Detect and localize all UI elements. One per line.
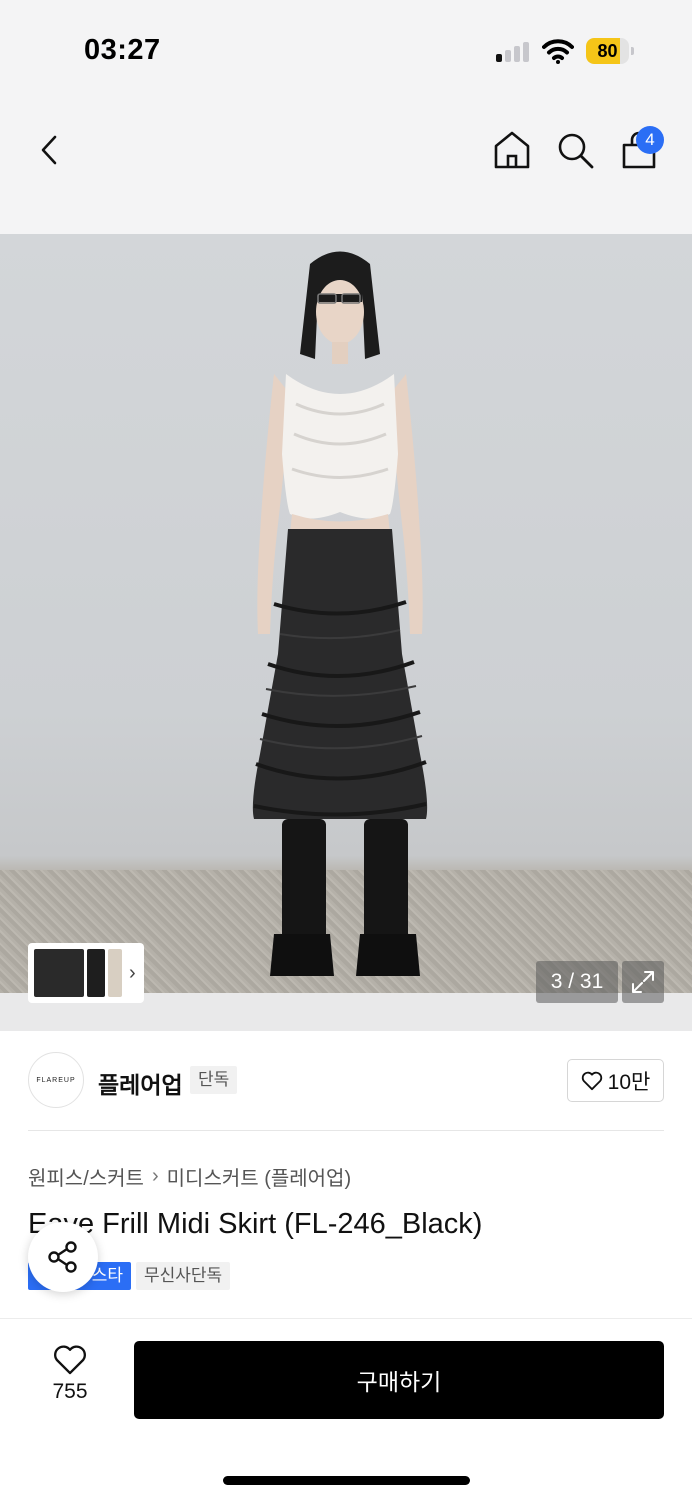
exclusive-badge: 단독 bbox=[190, 1066, 238, 1094]
breadcrumb-category[interactable]: 원피스/스커트 bbox=[28, 1162, 144, 1191]
search-icon bbox=[558, 133, 594, 169]
back-button[interactable] bbox=[26, 127, 72, 173]
brand-like-button[interactable]: 10만 bbox=[567, 1059, 664, 1102]
status-bar: 03:27 80 bbox=[0, 0, 692, 100]
battery-level: 80 bbox=[597, 41, 618, 61]
battery-icon: 80 bbox=[586, 38, 634, 64]
heart-icon bbox=[581, 1071, 602, 1090]
cellular-signal-icon bbox=[496, 40, 532, 62]
home-indicator[interactable] bbox=[223, 1476, 470, 1485]
top-nav bbox=[0, 100, 692, 234]
expand-button[interactable] bbox=[622, 961, 664, 1003]
heart-icon bbox=[54, 1345, 86, 1375]
breadcrumb: 원피스/스커트 › 미디스커트 (플레어업) bbox=[28, 1162, 351, 1191]
breadcrumb-subcategory[interactable]: 미디스커트 (플레어업) bbox=[167, 1162, 351, 1191]
image-counter: 3 / 31 bbox=[536, 961, 618, 1003]
musinsa-exclusive-tag: 무신사단독 bbox=[136, 1262, 231, 1290]
chevron-right-icon: › bbox=[151, 1165, 159, 1187]
brand-logo-text: FLAREUP bbox=[36, 1076, 76, 1084]
brand-like-count: 10만 bbox=[607, 1070, 651, 1094]
product-title: Eave Frill Midi Skirt (FL-246_Black) bbox=[28, 1208, 483, 1240]
back-icon bbox=[41, 135, 57, 165]
brand-logo[interactable]: FLAREUP bbox=[28, 1052, 84, 1108]
home-button[interactable] bbox=[489, 127, 535, 173]
chevron-right-icon: › bbox=[129, 961, 136, 984]
product-photo-model bbox=[252, 251, 428, 976]
wishlist-count: 755 bbox=[52, 1380, 88, 1403]
search-button[interactable] bbox=[552, 127, 598, 173]
product-image-gallery[interactable]: › 3 / 31 bbox=[0, 234, 692, 1031]
wifi-icon bbox=[542, 38, 574, 64]
brand-name[interactable]: 플레어업 bbox=[98, 1066, 183, 1100]
divider bbox=[28, 1130, 664, 1131]
status-time: 03:27 bbox=[84, 34, 161, 66]
related-images-thumbnail[interactable]: › bbox=[28, 943, 144, 1003]
share-button[interactable] bbox=[28, 1222, 98, 1292]
buy-button[interactable]: 구매하기 bbox=[134, 1341, 664, 1419]
share-icon bbox=[48, 1241, 77, 1273]
expand-icon bbox=[632, 971, 654, 993]
home-icon bbox=[494, 131, 530, 169]
cart-count-badge: 4 bbox=[636, 126, 664, 154]
wishlist-button[interactable]: 755 bbox=[40, 1344, 100, 1414]
